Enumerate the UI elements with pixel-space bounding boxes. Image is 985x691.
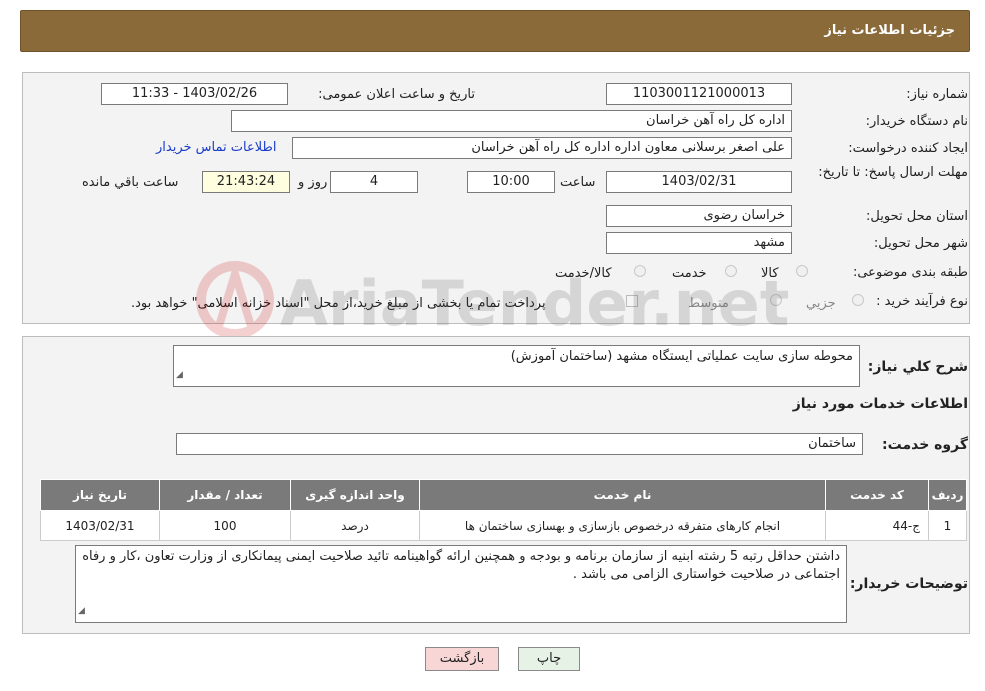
days-remaining-field[interactable]: 4: [330, 171, 418, 193]
services-heading: اطلاعات خدمات مورد نیاز: [792, 396, 968, 412]
col-header-row-number: ردیف: [928, 479, 967, 511]
remaining-time-label: ساعت باقي مانده: [82, 175, 179, 190]
need-number-label: شماره نیاز:: [906, 87, 968, 102]
province-field[interactable]: خراسان رضوی: [606, 205, 792, 227]
service-group-field[interactable]: ساختمان: [176, 433, 863, 455]
table-row: 1 ج-44 انجام کارهای متفرقه درخصوص بازساز…: [40, 510, 967, 541]
back-button[interactable]: بازگشت: [425, 647, 499, 671]
cell-need-date: 1403/02/31: [40, 510, 160, 541]
announce-datetime-field[interactable]: 1403/02/26 - 11:33: [101, 83, 288, 105]
province-label: استان محل تحویل:: [866, 209, 968, 224]
cell-quantity: 100: [159, 510, 291, 541]
buyer-org-label: نام دستگاه خریدار:: [865, 114, 968, 129]
buyer-contact-link[interactable]: اطلاعات تماس خریدار: [156, 140, 276, 155]
cell-service-code: ج-44: [825, 510, 929, 541]
col-header-unit: واحد اندازه گیری: [290, 479, 420, 511]
deadline-time-label: ساعت: [560, 175, 596, 190]
process-radio-minor[interactable]: [852, 294, 864, 306]
deadline-label: مهلت ارسال پاسخ: تا تاریخ:: [818, 165, 968, 180]
resize-grip-icon[interactable]: ◢: [176, 366, 183, 384]
cell-service-name: انجام کارهای متفرقه درخصوص بازسازی و بهس…: [419, 510, 826, 541]
process-option-minor: جزیي: [806, 296, 836, 311]
col-header-need-date: تاریخ نیاز: [40, 479, 160, 511]
summary-text: محوطه سازی سایت عملیاتی ایستگاه مشهد (سا…: [510, 349, 853, 364]
services-table: ردیف کد خدمت نام خدمت واحد اندازه گیری ت…: [40, 479, 967, 541]
category-radio-goods[interactable]: [796, 265, 808, 277]
announce-datetime-label: تاریخ و ساعت اعلان عمومی:: [318, 87, 475, 102]
buyer-notes-textarea[interactable]: داشتن حداقل رتبه 5 رشته ابنیه از سازمان …: [75, 545, 847, 623]
remaining-time-field: 21:43:24: [202, 171, 290, 193]
requester-field[interactable]: علی اصغر برسلانی معاون اداره اداره کل را…: [292, 137, 792, 159]
watermark-text: AriaTender.net: [280, 267, 789, 340]
summary-label: شرح کلي نياز:: [867, 359, 968, 375]
city-label: شهر محل تحویل:: [873, 236, 968, 251]
need-number-field[interactable]: 1103001121000013: [606, 83, 792, 105]
service-group-label: گروه خدمت:: [882, 437, 968, 453]
category-label: طبقه بندی موضوعی:: [852, 265, 968, 280]
deadline-time-field[interactable]: 10:00: [467, 171, 555, 193]
col-header-quantity: تعداد / مقدار: [159, 479, 291, 511]
requester-label: ایجاد کننده درخواست:: [848, 141, 968, 156]
days-label: روز و: [298, 175, 328, 190]
table-header-row: ردیف کد خدمت نام خدمت واحد اندازه گیری ت…: [40, 479, 967, 511]
page-title: جزئیات اطلاعات نیاز: [824, 23, 955, 38]
summary-textarea[interactable]: محوطه سازی سایت عملیاتی ایستگاه مشهد (سا…: [173, 345, 860, 387]
page-header: جزئیات اطلاعات نیاز: [20, 10, 970, 52]
cell-unit: درصد: [290, 510, 420, 541]
buyer-org-field[interactable]: اداره کل راه آهن خراسان: [231, 110, 792, 132]
resize-grip-icon[interactable]: ◢: [78, 602, 85, 620]
buyer-notes-text: داشتن حداقل رتبه 5 رشته ابنیه از سازمان …: [82, 549, 840, 582]
buyer-notes-label: توضیحات خریدار:: [849, 576, 968, 592]
col-header-service-name: نام خدمت: [419, 479, 826, 511]
print-button[interactable]: چاپ: [518, 647, 580, 671]
process-label: نوع فرآیند خرید :: [876, 294, 968, 309]
cell-row-number: 1: [928, 510, 967, 541]
col-header-service-code: کد خدمت: [825, 479, 929, 511]
deadline-date-field[interactable]: 1403/02/31: [606, 171, 792, 193]
